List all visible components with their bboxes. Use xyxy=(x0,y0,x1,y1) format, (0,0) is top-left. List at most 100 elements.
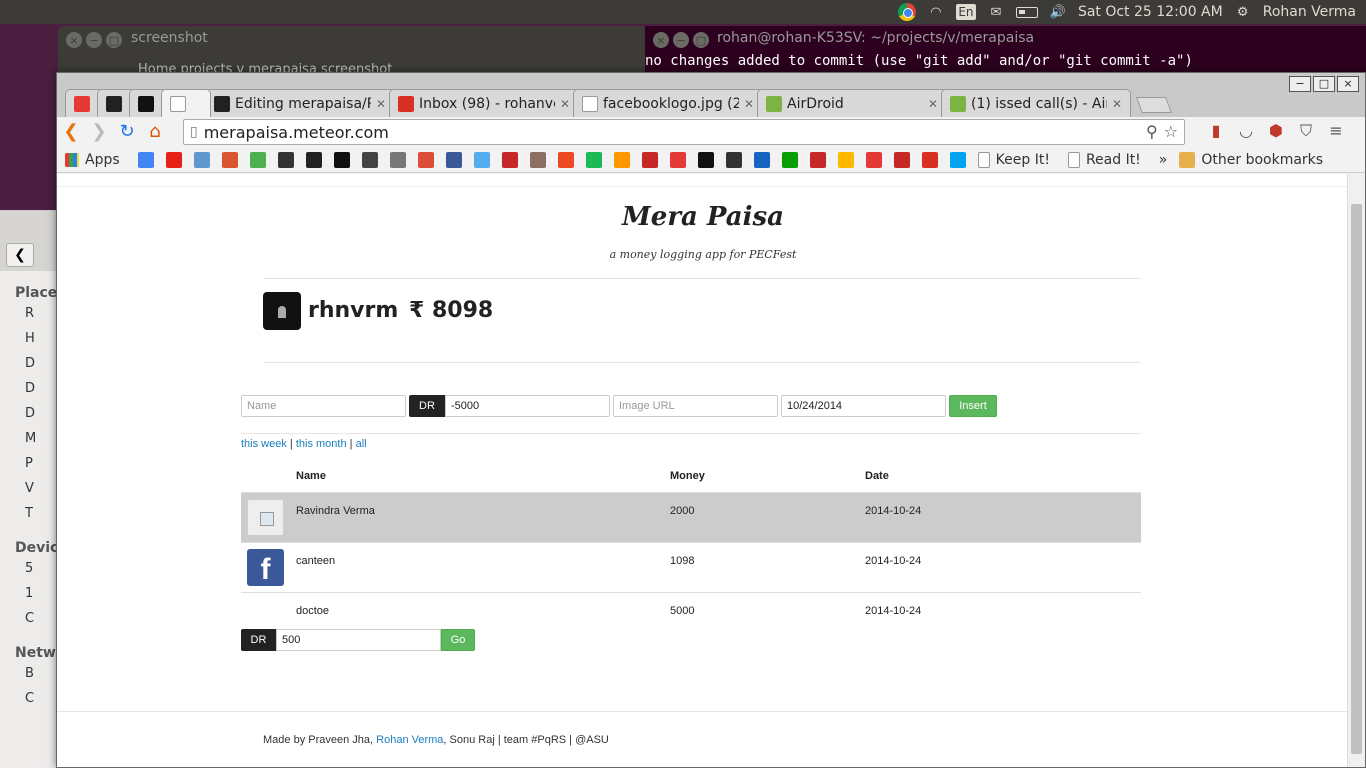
tc-icon[interactable] xyxy=(781,151,798,168)
forward-icon[interactable]: ❯ xyxy=(85,119,113,145)
hol-icon[interactable] xyxy=(641,151,658,168)
panel-clock[interactable]: Sat Oct 25 12:00 AM xyxy=(1078,4,1223,20)
browser-tab[interactable] xyxy=(161,89,211,117)
close-icon[interactable]: × xyxy=(66,32,82,48)
entry-type-button[interactable]: DR xyxy=(409,395,445,417)
reddit-icon[interactable] xyxy=(193,151,210,168)
sidebar-item-places[interactable]: H xyxy=(0,326,58,351)
windows-icon[interactable] xyxy=(949,151,966,168)
sidebar-item-places[interactable]: V xyxy=(0,476,58,501)
news-icon[interactable] xyxy=(389,151,406,168)
burst-icon[interactable] xyxy=(865,151,882,168)
hol-icon[interactable] xyxy=(501,151,518,168)
close-tab-icon[interactable]: ✕ xyxy=(1112,97,1122,111)
close-icon[interactable]: × xyxy=(1337,76,1359,92)
g-icon[interactable] xyxy=(333,151,350,168)
chrome-tray-icon[interactable] xyxy=(897,3,916,21)
sidebar-item-places[interactable]: R xyxy=(0,301,58,326)
browser-tab[interactable]: (1) issed call(s) - AirD ✕ xyxy=(941,89,1131,117)
sidebar-item-places[interactable]: D xyxy=(0,351,58,376)
facebook-icon[interactable] xyxy=(445,151,462,168)
apps-grid-icon[interactable] xyxy=(65,152,79,167)
filter-all[interactable]: all xyxy=(356,438,367,450)
bookmark-star-icon[interactable]: ☆ xyxy=(1164,122,1178,141)
amount-input[interactable] xyxy=(445,395,610,417)
filter-this-week[interactable]: this week xyxy=(241,438,287,450)
gmail-icon[interactable] xyxy=(921,151,938,168)
image-url-input[interactable] xyxy=(613,395,778,417)
stumbleupon-icon[interactable] xyxy=(557,151,574,168)
sidebar-item-network[interactable]: B xyxy=(0,661,58,686)
volume-icon[interactable]: 🔊 xyxy=(1048,4,1068,20)
sidebar-item-places[interactable]: P xyxy=(0,451,58,476)
back-icon[interactable]: ❮ xyxy=(57,119,85,145)
minimize-icon[interactable]: − xyxy=(1289,76,1311,92)
quick-entry-type-button[interactable]: DR xyxy=(241,629,276,651)
book-extension-icon[interactable]: ▮ xyxy=(1205,121,1227,141)
pen-icon[interactable] xyxy=(249,151,266,168)
twitter-icon[interactable] xyxy=(473,151,490,168)
close-icon[interactable]: × xyxy=(653,32,669,48)
googleplus-icon[interactable] xyxy=(417,151,434,168)
v-icon[interactable] xyxy=(361,151,378,168)
zoom-icon[interactable]: ⚲ xyxy=(1146,122,1158,141)
producthunt-icon[interactable] xyxy=(221,151,238,168)
table-row[interactable]: Ravindra Verma 2000 2014-10-24 xyxy=(241,492,1141,542)
spotify-icon[interactable] xyxy=(585,151,602,168)
pixel-icon[interactable] xyxy=(697,151,714,168)
reload-icon[interactable]: ↻ xyxy=(113,119,141,145)
date-input[interactable] xyxy=(781,395,946,417)
address-bar[interactable]: ▯ merapaisa.meteor.com ⚲ ☆ xyxy=(183,119,1185,145)
footer-author-link[interactable]: Rohan Verma xyxy=(376,734,443,746)
filter-this-month[interactable]: this month xyxy=(296,438,347,450)
maximize-icon[interactable]: □ xyxy=(106,32,122,48)
bookmark-other[interactable]: Other bookmarks xyxy=(1201,152,1323,168)
browser-tab[interactable]: Inbox (98) - rohanve ✕ xyxy=(389,89,579,117)
insert-button[interactable]: Insert xyxy=(949,395,997,417)
maximize-icon[interactable]: □ xyxy=(1313,76,1335,92)
hol-icon[interactable] xyxy=(809,151,826,168)
maximize-icon[interactable]: □ xyxy=(693,32,709,48)
minimize-icon[interactable]: − xyxy=(673,32,689,48)
bing-icon[interactable] xyxy=(837,151,854,168)
scrollbar-thumb[interactable] xyxy=(1351,204,1362,754)
browser-tab[interactable]: facebooklogo.jpg (2 ✕ xyxy=(573,89,763,117)
adblock-icon[interactable]: ⬢ xyxy=(1265,121,1287,141)
swirl-icon[interactable] xyxy=(669,151,686,168)
bookmarks-overflow-chevron[interactable]: » xyxy=(1159,152,1168,168)
page-scrollbar[interactable] xyxy=(1347,174,1365,767)
go-button[interactable]: Go xyxy=(441,629,475,651)
close-tab-icon[interactable]: ✕ xyxy=(560,97,570,111)
bookmark-apps[interactable]: Apps xyxy=(85,152,120,168)
sidebar-item-places[interactable]: T xyxy=(0,501,58,526)
new-tab-button[interactable] xyxy=(1136,97,1172,113)
keyboard-language-indicator[interactable]: En xyxy=(955,4,976,20)
close-tab-icon[interactable]: ✕ xyxy=(376,97,386,111)
wifi-icon[interactable]: ◠ xyxy=(926,4,946,20)
cc-icon[interactable] xyxy=(277,151,294,168)
xkcd-icon[interactable] xyxy=(305,151,322,168)
youtube-icon[interactable] xyxy=(165,151,182,168)
close-tab-icon[interactable]: ✕ xyxy=(928,97,938,111)
browser-tab[interactable]: Editing merapaisa/R ✕ xyxy=(205,89,395,117)
sidebar-item-devices[interactable]: 1 xyxy=(0,581,58,606)
pe-icon[interactable] xyxy=(529,151,546,168)
sidebar-item-places[interactable]: D xyxy=(0,401,58,426)
table-row[interactable]: f canteen 1098 2014-10-24 xyxy=(241,542,1141,592)
home-icon[interactable]: ⌂ xyxy=(141,119,169,145)
name-input[interactable] xyxy=(241,395,406,417)
sidebar-item-places[interactable]: M xyxy=(0,426,58,451)
minimize-icon[interactable]: − xyxy=(86,32,102,48)
hol-icon[interactable] xyxy=(893,151,910,168)
browser-tab[interactable]: AirDroid ✕ xyxy=(757,89,947,117)
back-arrow-icon[interactable]: ❮ xyxy=(6,243,34,267)
mail-icon[interactable]: ✉ xyxy=(986,4,1006,20)
pocket-icon[interactable]: ◡ xyxy=(1235,121,1257,141)
bookmark-read-it[interactable]: Read It! xyxy=(1086,152,1141,168)
sidebar-item-devices[interactable]: 5 xyxy=(0,556,58,581)
sidebar-item-network[interactable]: C xyxy=(0,686,58,711)
orange-icon[interactable] xyxy=(613,151,630,168)
battery-icon[interactable] xyxy=(1015,6,1038,18)
google-icon[interactable] xyxy=(137,151,154,168)
p-icon[interactable] xyxy=(753,151,770,168)
